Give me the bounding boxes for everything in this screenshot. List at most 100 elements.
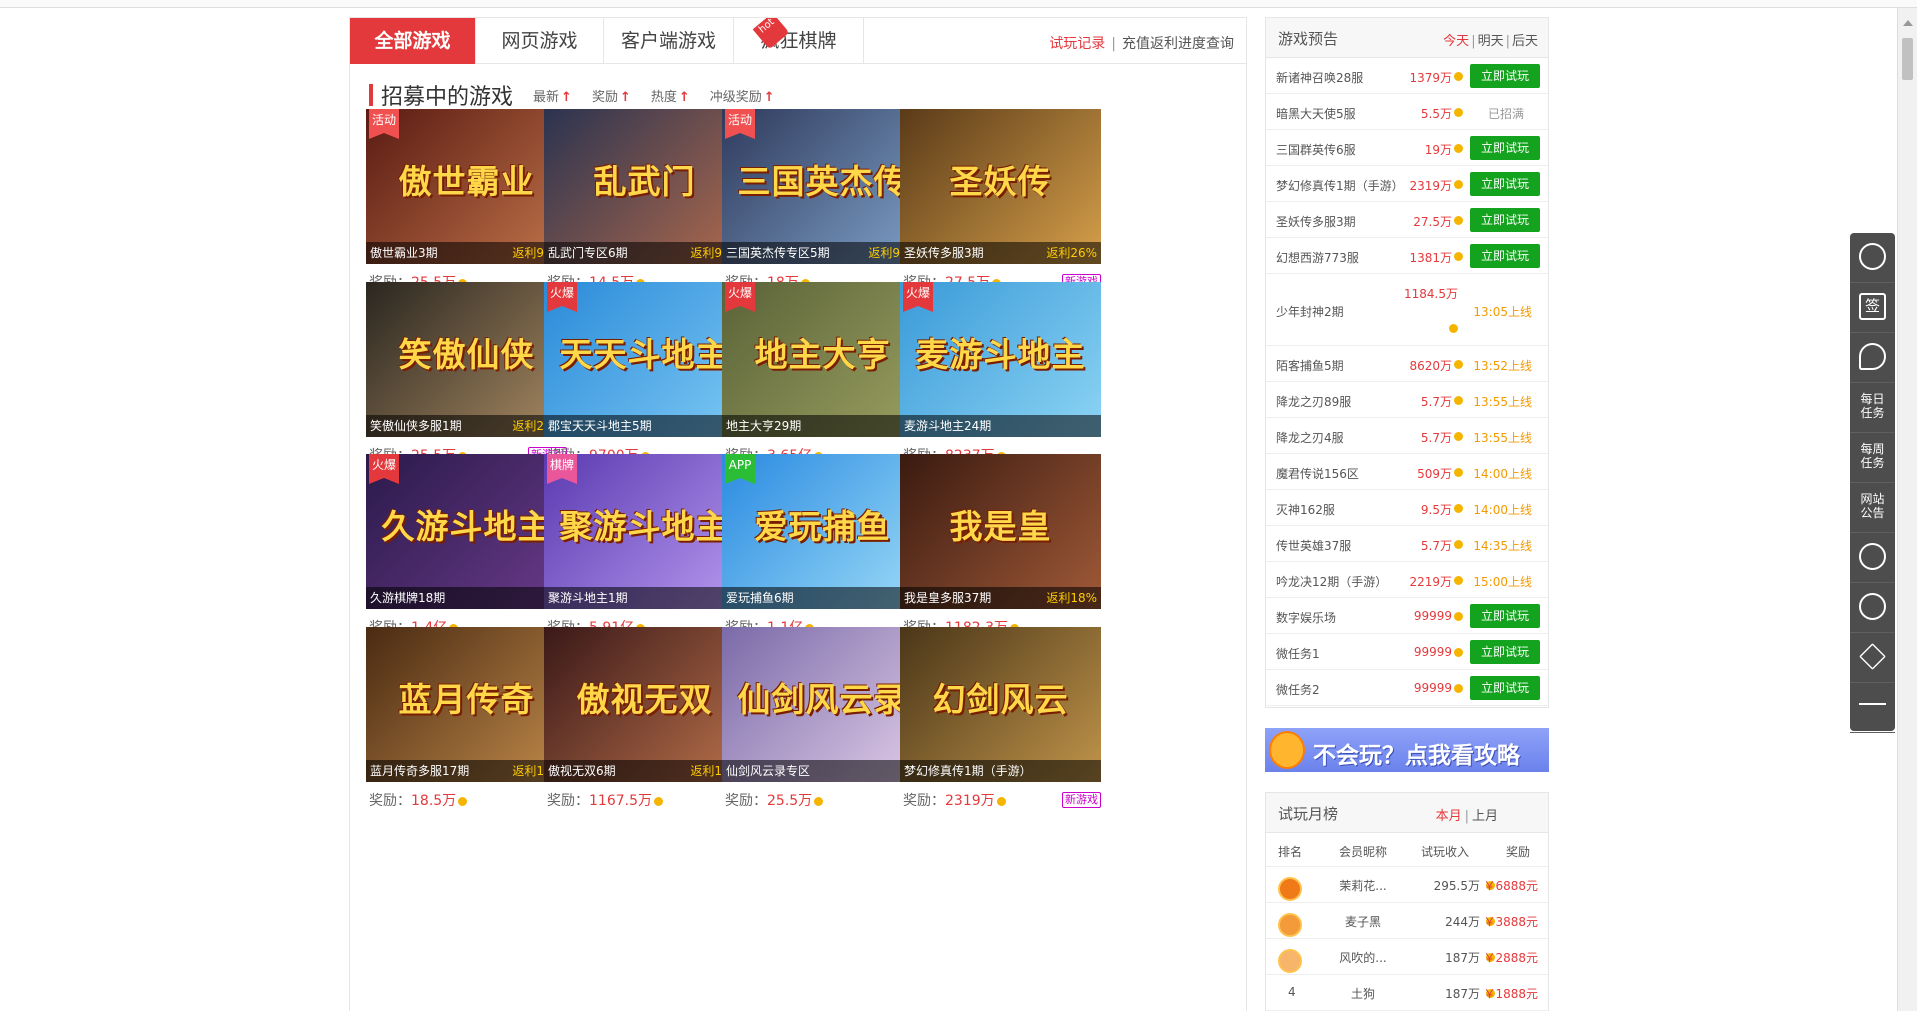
member-name: 风吹的... [1339,951,1387,965]
recharge-query-link[interactable]: 充值返利进度查询 [1122,36,1234,52]
try-now-button[interactable]: 立即试玩 [1470,640,1540,664]
sign-button[interactable]: 签 [1850,283,1895,333]
game-logo: 我是皇 [949,507,1052,546]
tab-web-games[interactable]: 网页游戏 [476,18,604,64]
try-now-button[interactable]: 立即试玩 [1470,604,1540,628]
back-to-top-button[interactable] [1850,683,1895,733]
preview-amount: 5.5万 [1420,107,1452,121]
preview-row: 传世英雄37服 5.7万 14:35上线 [1266,526,1548,562]
top-links: 试玩记录 | 充值返利进度查询 [1049,33,1234,53]
preview-header: 游戏预告 今天 | 明天 | 后天 [1266,18,1548,58]
game-caption: 聚游斗地主1期 [544,587,745,609]
sidebar-text-button[interactable]: 网站公告 [1850,483,1895,533]
preview-list: 新诸神召唤28服 1379万 立即试玩 暗黑大天使5服 5.5万 已招满 三国群英传6服 19… [1266,58,1548,706]
game-thumbnail[interactable]: 麦游斗地主 火爆 麦游斗地主24期 [900,282,1101,437]
preview-row: 圣妖传多服3期 27.5万 立即试玩 [1266,202,1548,238]
message-icon [1859,343,1886,370]
game-thumbnail[interactable]: 蓝月传奇 蓝月传奇多服17期 返利18% [366,627,567,782]
preview-game-name: 圣妖传多服3期 [1276,215,1356,229]
user-button[interactable] [1850,233,1895,283]
rank-medal-icon [1278,877,1302,901]
sign-icon: 签 [1859,293,1886,320]
game-logo: 傲视无双 [576,680,713,719]
game-thumbnail[interactable]: 仙剑风云录 仙剑风云录专区 [722,627,923,782]
trial-records-link[interactable]: 试玩记录 [1049,36,1105,52]
game-thumbnail[interactable]: 圣妖传 圣妖传多服3期 返利26% [900,109,1101,264]
game-reward: 奖励：18.5万 [369,790,468,810]
sidebar-text-button[interactable]: 每周任务 [1850,433,1895,483]
tab-client-games[interactable]: 客户端游戏 [604,18,734,64]
game-thumbnail[interactable]: 傲世霸业 活动 傲世霸业3期 返利95% [366,109,567,264]
try-now-button[interactable]: 立即试玩 [1470,208,1540,232]
banner-text: 不会玩？点我看攻略 [1313,742,1520,769]
message-button[interactable] [1850,333,1895,383]
game-name: 圣妖传多服3期 [904,246,984,260]
preview-game-name: 降龙之刃89服 [1276,395,1352,409]
sort-latest[interactable]: 最新 ↑ [533,86,572,105]
tab-all-games[interactable]: 全部游戏 [350,18,476,64]
game-name: 郡宝天天斗地主5期 [548,419,652,433]
preview-amount: 5.7万 [1420,539,1452,553]
preview-amount: 5.7万 [1420,395,1452,409]
game-caption: 梦幻修真传1期（手游） [900,760,1101,782]
scrollbar[interactable] [1897,8,1917,1011]
game-thumbnail[interactable]: 久游斗地主 火爆 久游棋牌18期 [366,454,567,609]
sort-popularity[interactable]: 热度 ↑ [651,86,690,105]
tab-today[interactable]: 今天 [1443,34,1469,49]
tab-crazy-chess[interactable]: 疯狂棋牌 [734,18,864,64]
try-now-button[interactable]: 立即试玩 [1470,172,1540,196]
game-thumbnail[interactable]: 我是皇 我是皇多服37期 返利18% [900,454,1101,609]
tab-this-month[interactable]: 本月 [1436,809,1462,824]
ranking-columns: 排名 会员昵称 试玩收入 奖励 [1266,833,1548,867]
qq-button[interactable] [1850,583,1895,633]
game-thumbnail[interactable]: 笑傲仙侠 笑傲仙侠多服1期 返利28% [366,282,567,437]
try-now-button[interactable]: 立即试玩 [1470,64,1540,88]
ranking-row: 风吹的... 187万 ￥2888元 [1266,939,1548,975]
sort-level-reward[interactable]: 冲级奖励 ↑ [710,86,775,105]
coin-icon [1454,432,1463,441]
tab-last-month[interactable]: 上月 [1472,809,1498,824]
preview-row: 暗黑大天使5服 5.5万 已招满 [1266,94,1548,130]
game-thumbnail[interactable]: 天天斗地主 火爆 郡宝天天斗地主5期 [544,282,745,437]
try-now-button[interactable]: 立即试玩 [1470,676,1540,700]
tab-day-after[interactable]: 后天 [1512,34,1538,49]
game-card: 傲视无双 傲视无双6期 返利18% 奖励：1167.5万 [544,627,745,812]
headset-button[interactable] [1850,533,1895,583]
scroll-up-icon[interactable] [1903,20,1913,26]
coin-icon [1454,144,1463,153]
game-thumbnail[interactable]: 幻剑风云 梦幻修真传1期（手游） [900,627,1101,782]
preview-row: 新诸神召唤28服 1379万 立即试玩 [1266,58,1548,94]
game-thumbnail[interactable]: 爱玩捕鱼 APP 爱玩捕鱼6期 [722,454,923,609]
game-caption: 爱玩捕鱼6期 [722,587,923,609]
try-now-button[interactable]: 立即试玩 [1470,136,1540,160]
trial-income: 295.5万 [1433,879,1480,893]
game-thumbnail[interactable]: 聚游斗地主 棋牌 聚游斗地主1期 [544,454,745,609]
floating-sidebar: 签每日任务每周任务 网站公告 [1850,233,1895,733]
browser-top-strip [0,0,1917,8]
try-now-button[interactable]: 立即试玩 [1470,244,1540,268]
game-thumbnail[interactable]: 傲视无双 傲视无双6期 返利18% [544,627,745,782]
back-to-top-icon [1859,703,1886,705]
sidebar-label: 每日任务 [1860,392,1885,420]
game-card: 聚游斗地主棋牌聚游斗地主1期奖励：5.91亿 [544,454,745,639]
game-thumbnail[interactable]: 三国英杰传 活动 三国英杰传专区5期 返利95% [722,109,923,264]
game-logo: 三国英杰传 [737,162,908,201]
coin-icon [814,796,824,806]
scroll-thumb[interactable] [1902,38,1913,80]
edit-button[interactable] [1850,633,1895,683]
game-thumbnail[interactable]: 地主大亨 火爆 地主大亨29期 [722,282,923,437]
preview-day-tabs: 今天 | 明天 | 后天 [1443,34,1538,49]
tab-tomorrow[interactable]: 明天 [1478,34,1504,49]
game-name: 爱玩捕鱼6期 [726,591,794,605]
sidebar-text-button[interactable]: 每日任务 [1850,383,1895,433]
headset-icon [1859,543,1886,570]
reward-value: 2319万 [945,793,995,809]
game-rebate: 返利26% [1046,246,1097,260]
game-thumbnail[interactable]: 乱武门 乱武门专区6期 返利95% [544,109,745,264]
user-icon [1859,243,1886,270]
reward-value: 25.5万 [767,793,813,809]
preview-game-name: 幻想西游773服 [1276,251,1359,265]
strategy-guide-banner[interactable]: 不会玩？点我看攻略 [1265,728,1549,772]
sort-reward[interactable]: 奖励 ↑ [592,86,631,105]
preview-row: 吟龙决12期（手游） 2219万 15:00上线 [1266,562,1548,598]
